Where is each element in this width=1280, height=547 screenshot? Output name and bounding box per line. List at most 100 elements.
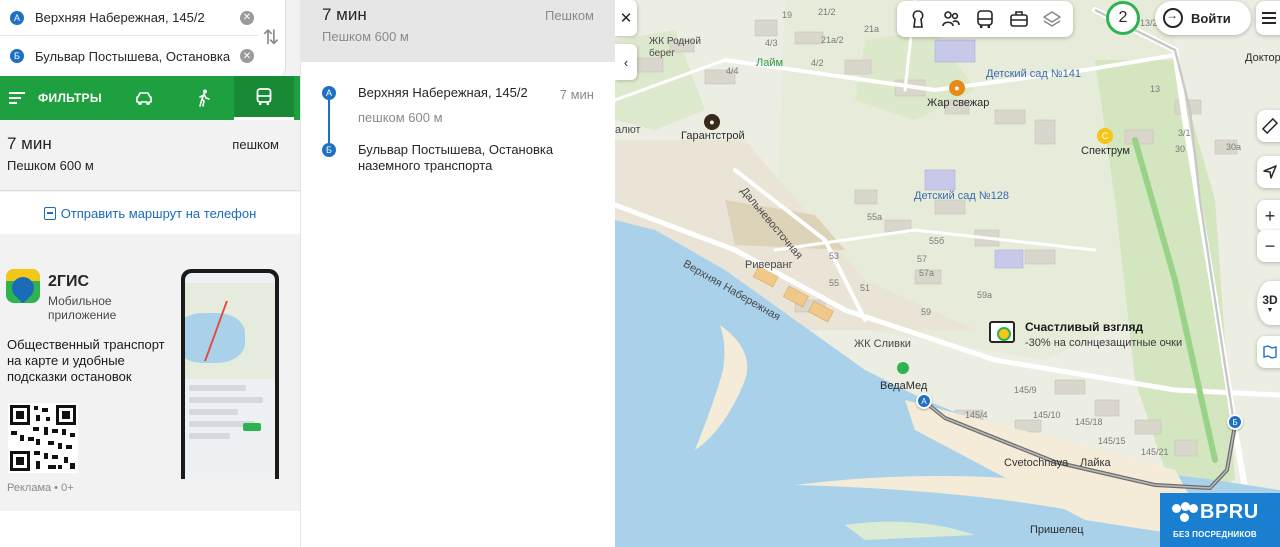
route-start-pin-icon[interactable]: А — [916, 393, 932, 409]
building-number: 21а/2 — [821, 35, 844, 45]
building-number: 19 — [782, 10, 793, 20]
route-mode: пешком — [232, 137, 279, 152]
segment-b-title: Бульвар Постышева, Остановка наземного т… — [358, 142, 554, 173]
details-mode: Пешком — [544, 8, 594, 23]
map-layers-toolbar — [897, 1, 1073, 37]
route-from-row: А ✕ — [0, 0, 258, 36]
clear-to-icon[interactable]: ✕ — [240, 49, 254, 63]
spectrum-icon[interactable]: C — [1097, 128, 1113, 144]
transport-button[interactable] — [970, 4, 1000, 34]
promo-subtitle: Мобильное приложение — [48, 294, 117, 322]
route-end-pin-icon[interactable]: Б — [1227, 414, 1243, 430]
filters-button[interactable]: ФИЛЬТРЫ — [0, 76, 114, 120]
map-route-icon — [1263, 345, 1277, 359]
building-number: 55 — [829, 278, 840, 288]
ruler-button[interactable] — [1257, 110, 1280, 142]
map-label-alyut: алют — [615, 124, 641, 136]
map-label-prishelec: Пришелец — [1030, 524, 1084, 536]
building-number: 145/9 — [1014, 385, 1037, 395]
send-to-phone-link[interactable]: Отправить маршрут на телефон — [0, 192, 300, 234]
filters-icon — [9, 92, 25, 104]
bpru-tagline: БЕЗ ПОСРЕДНИКОВ — [1173, 530, 1257, 539]
promo-brand: 2ГИС — [48, 273, 90, 290]
point-b-icon: Б — [10, 49, 24, 63]
ruler-icon — [1262, 118, 1278, 134]
garantstroy-icon[interactable]: ● — [704, 114, 720, 130]
building-number: 55б — [929, 236, 945, 246]
mode-walk-button[interactable] — [174, 76, 234, 120]
app-promo-banner[interactable]: 2ГИС Мобильное приложение Общественный т… — [0, 257, 300, 511]
building-number: 21/2 — [818, 7, 836, 17]
route-from-input[interactable] — [35, 10, 232, 25]
building-number: 59 — [921, 307, 932, 317]
clear-from-icon[interactable]: ✕ — [240, 10, 254, 25]
app-root: А ✕ Б ✕ ⇅ ФИЛЬТРЫ — [0, 0, 1280, 547]
business-button[interactable] — [1004, 4, 1034, 34]
segment-a-duration: 7 мин — [559, 87, 594, 102]
bus-icon — [256, 87, 272, 105]
building-number: 145/10 — [1033, 410, 1061, 420]
close-panel-button[interactable]: ✕ — [615, 0, 637, 36]
map-label-garantstroy: Гарантстрой — [681, 130, 745, 142]
zoom-in-button[interactable]: + — [1257, 200, 1280, 232]
map-label-spectrum: Спектрум — [1081, 145, 1130, 157]
attractions-button[interactable] — [903, 4, 933, 34]
route-inputs: А ✕ Б ✕ ⇅ — [0, 0, 286, 76]
bpru-logo-icon — [1172, 501, 1198, 524]
building-number: 145/4 — [965, 410, 988, 420]
people-button[interactable] — [936, 4, 966, 34]
route-details-panel: 7 мин Пешком Пешком 600 м А Б Верхняя На… — [300, 0, 616, 547]
vedamed-icon[interactable] — [897, 362, 909, 374]
details-distance: Пешком 600 м — [322, 29, 409, 44]
segment-a-title: Верхняя Набережная, 145/2 — [358, 85, 528, 100]
route-duration: 7 мин — [7, 134, 52, 153]
map-label-ds141: Детский сад №141 — [986, 68, 1082, 80]
view-3d-button[interactable]: 3D ▼ — [1257, 281, 1280, 325]
login-button[interactable]: Войти — [1155, 1, 1251, 35]
qr-code-icon — [8, 403, 78, 473]
swap-points-icon[interactable]: ⇅ — [262, 24, 280, 52]
route-sidebar: А ✕ Б ✕ ⇅ ФИЛЬТРЫ — [0, 0, 300, 547]
route-detail: Пешком 600 м — [7, 158, 94, 173]
map-label-riverang: Риверанг — [745, 259, 793, 271]
briefcase-icon — [1009, 11, 1028, 27]
building-number: 30а — [1226, 142, 1242, 152]
layers-icon — [1043, 11, 1061, 27]
car-icon — [136, 92, 152, 105]
layers-button[interactable] — [1037, 4, 1067, 34]
route-option-card[interactable]: 7 мин пешком Пешком 600 м — [0, 120, 300, 191]
building-number: 53 — [829, 251, 840, 261]
bpru-watermark: BPRU БЕЗ ПОСРЕДНИКОВ — [1160, 493, 1280, 547]
details-duration: 7 мин — [322, 5, 367, 24]
mode-bus-button[interactable] — [234, 76, 294, 120]
send-to-phone-label: Отправить маршрут на телефон — [60, 205, 257, 221]
building-number: 57 — [917, 254, 928, 264]
building-number: 3/1 — [1178, 128, 1191, 138]
map-ad-card[interactable]: Счастливый взгляд -30% на солнцезащитные… — [989, 318, 1189, 356]
notifications-badge[interactable]: 2 — [1106, 1, 1140, 35]
building-number: 145/15 — [1098, 436, 1126, 446]
navigation-arrow-icon — [1263, 165, 1277, 179]
people-icon — [942, 11, 961, 27]
bpru-logo-text: BPRU — [1200, 501, 1259, 523]
locate-button[interactable] — [1257, 156, 1280, 188]
promo-text: Общественный транспорт на карте и удобны… — [7, 337, 165, 384]
route-planner-button[interactable] — [1257, 336, 1280, 368]
building-number: 59а — [977, 290, 993, 300]
bus-icon — [977, 10, 993, 28]
map-label-cvetochnaya: Cvetochnaya — [1004, 457, 1069, 469]
view-3d-arrow-icon: ▼ — [1266, 306, 1274, 314]
building-number: 145/18 — [1075, 417, 1103, 427]
menu-button[interactable] — [1256, 1, 1280, 35]
collapse-panel-button[interactable]: ‹ — [615, 44, 637, 80]
pedestrian-icon — [199, 89, 210, 107]
zoom-out-button[interactable]: − — [1257, 230, 1280, 262]
route-details-header: 7 мин Пешком Пешком 600 м — [301, 0, 616, 62]
food-icon[interactable]: ● — [949, 80, 965, 96]
mode-car-button[interactable] — [114, 76, 174, 120]
map-canvas[interactable]: ЖК Родной берег Лайм ● Гарантстрой ● Жар… — [615, 0, 1280, 547]
view-3d-label: 3D — [1262, 292, 1278, 307]
segment-connector — [328, 100, 330, 143]
building-number: 4/3 — [765, 38, 778, 48]
route-to-input[interactable] — [35, 48, 232, 64]
